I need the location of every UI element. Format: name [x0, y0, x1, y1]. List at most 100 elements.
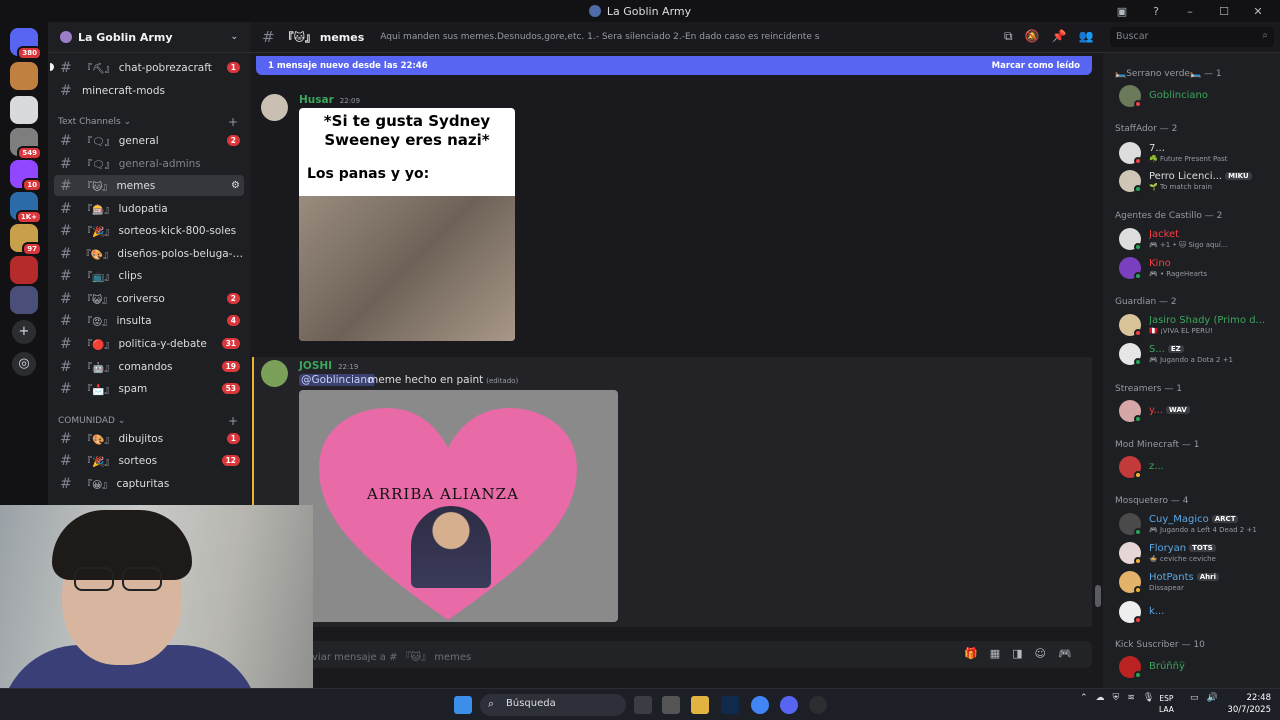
add-channel-icon[interactable]: +: [228, 414, 238, 428]
mic-icon[interactable]: 🎙: [1143, 693, 1154, 703]
channel-politica-y-debate[interactable]: # 『🔴』 politica-y-debate 31: [54, 333, 244, 354]
close-button[interactable]: ✕: [1244, 5, 1272, 18]
channel-dibujitos[interactable]: # 『🎨』 dibujitos 1: [54, 428, 244, 449]
chrome-icon[interactable]: [751, 696, 769, 714]
search-input[interactable]: Buscar ⌕: [1110, 27, 1274, 47]
inbox-icon[interactable]: ▣: [1108, 5, 1136, 18]
add-channel-icon[interactable]: +: [228, 115, 238, 129]
cloud-icon[interactable]: ☁: [1096, 693, 1105, 703]
avatar[interactable]: [261, 360, 288, 387]
mark-as-read-button[interactable]: Marcar como leído: [992, 61, 1080, 71]
channel-name: sorteos-kick-800-soles: [118, 224, 237, 237]
member-item[interactable]: Goblinciano: [1119, 85, 1279, 109]
server-icon[interactable]: [10, 256, 38, 284]
sticker-icon[interactable]: ◨: [1012, 647, 1022, 660]
file-explorer-icon[interactable]: [691, 696, 709, 714]
member-item[interactable]: Jasiro Shady (Primo d... 🇵🇪 ¡VIVA EL PERÚ…: [1119, 314, 1279, 338]
task-view-icon[interactable]: [634, 696, 652, 714]
status-indicator: [1134, 671, 1142, 679]
security-icon[interactable]: ⛨: [1113, 693, 1120, 703]
taskbar-search[interactable]: ⌕ Búsqueda: [480, 694, 626, 716]
gif-icon[interactable]: ▦: [990, 647, 1000, 660]
channel-topic[interactable]: Aqui manden sus memes.Desnudos,gore,etc.…: [380, 32, 820, 42]
channel-dise-os-polos-beluga-ar-[interactable]: # 『🎨』 diseños-polos-beluga-ar...: [54, 243, 244, 264]
member-list-icon[interactable]: 👥: [1078, 29, 1093, 44]
channel-spam[interactable]: # 『📩』 spam 53: [54, 378, 244, 399]
channel-clips[interactable]: # 『📺』 clips: [54, 265, 244, 286]
server-icon-active[interactable]: 1K+: [10, 192, 42, 224]
display-icon[interactable]: ▭: [1190, 693, 1199, 703]
hash-icon: #: [60, 82, 72, 99]
chevron-up-icon[interactable]: ⌃: [1080, 693, 1088, 703]
role-header: Mosquetero — 4: [1115, 496, 1189, 506]
new-messages-banner[interactable]: 1 mensaje nuevo desde las 22:46 Marcar co…: [256, 56, 1092, 75]
member-item[interactable]: Brúññÿ: [1119, 656, 1279, 680]
server-icon[interactable]: [10, 96, 38, 124]
meme-image[interactable]: *Si te gusta Sydney Sweeney eres nazi* L…: [299, 108, 515, 341]
server-icon[interactable]: [10, 62, 38, 90]
app-icon[interactable]: [662, 696, 680, 714]
avatar[interactable]: [261, 94, 288, 121]
start-button[interactable]: [454, 696, 472, 714]
member-item[interactable]: Perro Licenci... MIKU 🌱 To match brain: [1119, 170, 1279, 194]
channel-sorteos-kick-800-soles[interactable]: # 『🎉』 sorteos-kick-800-soles: [54, 220, 244, 241]
channel-minecraft-mods[interactable]: # minecraft-mods: [54, 80, 244, 101]
member-item[interactable]: y... WAV: [1119, 400, 1279, 424]
member-status: 🍲 ceviche ceviche: [1149, 555, 1216, 563]
help-icon[interactable]: ?: [1142, 5, 1170, 18]
photoshop-icon[interactable]: [721, 696, 739, 714]
language-indicator[interactable]: ESP LAA: [1159, 693, 1174, 715]
member-item[interactable]: S... EZ 🎮 Jugando a Dota 2 +1: [1119, 343, 1279, 367]
server-icon[interactable]: [10, 286, 38, 314]
channel-chat-pobrezacraft[interactable]: # 『⛏』 chat-pobrezacraft 1: [50, 57, 244, 78]
settings-gear-icon[interactable]: ⚙: [231, 180, 240, 191]
member-item[interactable]: HotPants Ahri Dissapear: [1119, 571, 1279, 595]
clock-date: 30/7/2025: [1227, 705, 1271, 715]
guild-header[interactable]: La Goblin Army ⌄: [48, 22, 250, 53]
discover-icon[interactable]: ◎: [12, 352, 36, 376]
maximize-button[interactable]: ☐: [1210, 5, 1238, 18]
member-item[interactable]: Floryan TOTS 🍲 ceviche ceviche: [1119, 542, 1279, 566]
role-header: Streamers — 1: [1115, 384, 1182, 394]
channel-memes[interactable]: # 『🐱』 memes ⚙: [54, 175, 244, 196]
member-item[interactable]: 7... ☘️ Future Present Past: [1119, 142, 1279, 166]
discord-icon[interactable]: [780, 696, 798, 714]
add-server-icon[interactable]: +: [12, 320, 36, 344]
activity-icon[interactable]: 🎮: [1058, 647, 1072, 660]
member-item[interactable]: Kino 🎮 • RageHearts: [1119, 257, 1279, 281]
category-text-channels[interactable]: Text Channels ⌄ +: [58, 115, 238, 129]
channel-capturitas[interactable]: # 『😀』 capturitas: [54, 473, 244, 494]
emoji-icon[interactable]: ☺: [1035, 647, 1046, 660]
volume-icon[interactable]: 🔊: [1207, 693, 1218, 703]
scrollbar[interactable]: [1095, 585, 1101, 607]
category-comunidad[interactable]: COMUNIDAD ⌄ +: [58, 414, 238, 428]
message-author[interactable]: JOSHI 22:19: [299, 360, 358, 372]
mute-bell-icon[interactable]: 🔕: [1025, 29, 1040, 44]
server-icon[interactable]: 97: [10, 224, 42, 256]
member-item[interactable]: z...: [1119, 456, 1279, 480]
gift-icon[interactable]: 🎁: [964, 647, 978, 660]
member-item[interactable]: Cuy_Magico ARCT 🎮 Jugando a Left 4 Dead 2 …: [1119, 513, 1279, 537]
clock[interactable]: 22:48 30/7/2025: [1227, 692, 1271, 716]
user-mention[interactable]: @Goblinciano: [299, 374, 376, 386]
channel-insulta[interactable]: # 『😡』 insulta 4: [54, 310, 244, 331]
member-item[interactable]: k...: [1119, 601, 1279, 625]
member-status: 🎮 +1 • 🐱 Sigo aquí...: [1149, 241, 1228, 249]
member-item[interactable]: Jacket 🎮 +1 • 🐱 Sigo aquí...: [1119, 228, 1279, 252]
obs-icon[interactable]: [809, 696, 827, 714]
minimize-button[interactable]: –: [1176, 5, 1204, 18]
channel-general-admins[interactable]: # 『🗨』 general-admins: [54, 153, 244, 174]
channel-comandos[interactable]: # 『🤖』 comandos 19: [54, 356, 244, 377]
threads-icon[interactable]: ⧉: [1004, 29, 1013, 44]
channel-ludopatia[interactable]: # 『🎰』 ludopatia: [54, 198, 244, 219]
home-button[interactable]: 380: [10, 28, 42, 60]
wifi-icon[interactable]: ≋: [1127, 693, 1135, 703]
server-icon[interactable]: 549: [10, 128, 42, 160]
channel-coriverso[interactable]: # 『😺』 coriverso 2: [54, 288, 244, 309]
server-icon[interactable]: 10: [10, 160, 42, 192]
pin-icon[interactable]: 📌: [1052, 29, 1067, 44]
message-author[interactable]: Husar 22:09: [299, 94, 360, 106]
paint-meme-image[interactable]: ARRIBA ALIANZA: [299, 390, 618, 622]
channel-sorteos[interactable]: # 『🎉』 sorteos 12: [54, 450, 244, 471]
channel-general[interactable]: # 『🗨』 general 2: [54, 130, 244, 151]
